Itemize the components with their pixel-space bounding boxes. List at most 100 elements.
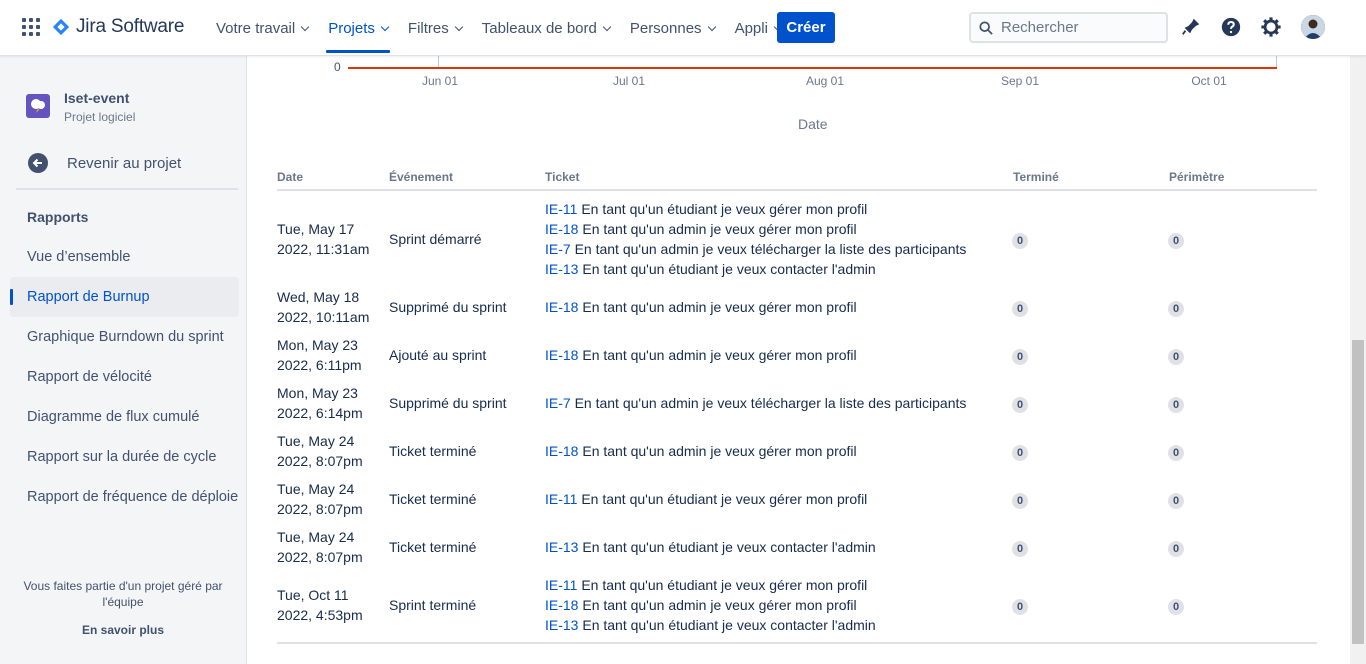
ticket-summary: En tant qu'un étudiant je veux gérer mon…: [581, 201, 868, 217]
avatar[interactable]: [1301, 15, 1325, 39]
sidebar-item-0[interactable]: Vue d’ensemble: [10, 237, 239, 277]
x-axis-title: Date: [798, 116, 828, 132]
sidebar-item-1[interactable]: Rapport de Burnup: [10, 277, 239, 317]
chevron-down-icon: [300, 22, 310, 31]
sidebar-item-6[interactable]: Rapport de fréquence de déploiement: [10, 477, 239, 517]
settings-icon[interactable]: [1260, 16, 1282, 38]
scope-count-badge: 0: [1168, 233, 1184, 249]
ticket-key-link[interactable]: IE-13: [545, 261, 578, 277]
nav-item-2[interactable]: Filtres: [398, 0, 472, 56]
nav-item-0[interactable]: Votre travail: [206, 0, 318, 56]
nav-item-1[interactable]: Projets: [318, 0, 398, 56]
row-date: Tue, May 17 2022, 11:31am: [277, 219, 369, 259]
table-header: Date Événement Ticket Terminé Périmètre: [277, 164, 1317, 191]
burnup-chart: 0 Date Jun 01 Jul 01 Aug 01 Sep 01 Oct 01: [248, 56, 1350, 146]
sidebar-item-label: Rapport sur la durée de cycle: [27, 449, 217, 465]
scrollbar-thumb[interactable]: [1352, 340, 1364, 644]
ticket-line: IE-13 En tant qu'un étudiant je veux con…: [545, 537, 876, 557]
scope-count-badge: 0: [1168, 349, 1184, 365]
project-header[interactable]: Iset-event Projet logiciel: [26, 90, 135, 124]
table-row: Tue, May 17 2022, 11:31am Sprint démarré IE…: [277, 195, 1317, 283]
row-date-line: Tue, Oct 11: [277, 587, 349, 603]
ticket-line: IE-7 En tant qu'un admin je veux télécha…: [545, 393, 966, 413]
search-input[interactable]: [1001, 19, 1151, 36]
nav-item-4[interactable]: Personnes: [620, 0, 725, 56]
chevron-down-icon: [454, 22, 463, 31]
row-tickets: IE-18 En tant qu'un admin je veux gérer …: [545, 297, 857, 317]
user-avatar-icon: [1301, 15, 1325, 39]
sidebar-item-3[interactable]: Rapport de vélocité: [10, 357, 239, 397]
ticket-line: IE-13 En tant qu'un étudiant je veux con…: [545, 615, 876, 635]
table-row: Tue, May 24 2022, 8:07pm Ticket terminé IE-…: [277, 475, 1317, 523]
ticket-key-link[interactable]: IE-7: [545, 241, 571, 257]
search-box[interactable]: [969, 12, 1168, 43]
ticket-summary: En tant qu'un admin je veux gérer mon pr…: [582, 221, 857, 237]
sidebar-item-2[interactable]: Graphique Burndown du sprint: [10, 317, 239, 357]
nav-item-label: Tableaux de bord: [481, 19, 597, 37]
x-axis-tick: Sep 01: [1000, 74, 1040, 88]
ticket-line: IE-11 En tant qu'un étudiant je veux gér…: [545, 489, 867, 509]
row-tickets: IE-11 En tant qu'un étudiant je veux gér…: [545, 199, 966, 279]
back-to-project-link[interactable]: Revenir au projet: [28, 153, 181, 173]
nav-item-3[interactable]: Tableaux de bord: [472, 0, 620, 56]
ticket-key-link[interactable]: IE-7: [545, 395, 571, 411]
ticket-key-link[interactable]: IE-18: [545, 597, 578, 613]
col-event: Événement: [389, 170, 454, 184]
row-date-line: 2022, 10:11am: [277, 309, 370, 325]
ticket-summary: En tant qu'un admin je veux télécharger …: [574, 241, 967, 257]
reports-menu: Vue d’ensemble Rapport de Burnup Graphique…: [10, 237, 239, 517]
row-date-line: Mon, May 23: [277, 385, 358, 401]
row-event: Supprimé du sprint: [389, 299, 507, 315]
row-event: Ticket terminé: [389, 443, 477, 459]
scope-badge-cell: 0: [1168, 345, 1184, 365]
row-date-line: Mon, May 23: [277, 337, 358, 353]
table-row: Tue, Oct 11 2022, 4:53pm Sprint terminé IE-…: [277, 571, 1317, 639]
ticket-key-link[interactable]: IE-11: [545, 491, 577, 507]
app-switcher-icon[interactable]: [22, 18, 40, 36]
ticket-line: IE-11 En tant qu'un étudiant je veux gér…: [545, 575, 876, 595]
done-count-badge: 0: [1012, 301, 1028, 317]
done-badge-cell: 0: [1012, 537, 1028, 557]
ticket-key-link[interactable]: IE-11: [545, 201, 577, 217]
notifications-icon[interactable]: [1180, 16, 1202, 38]
sidebar-item-4[interactable]: Diagramme de flux cumulé: [10, 397, 239, 437]
done-badge-cell: 0: [1012, 297, 1028, 317]
row-date: Mon, May 23 2022, 6:11pm: [277, 335, 362, 375]
ticket-key-link[interactable]: IE-13: [545, 539, 578, 555]
ticket-key-link[interactable]: IE-18: [545, 347, 578, 363]
ticket-key-link[interactable]: IE-11: [545, 577, 577, 593]
ticket-summary: En tant qu'un étudiant je veux contacter…: [582, 261, 876, 277]
row-date-line: 2022, 8:07pm: [277, 453, 363, 469]
project-sidebar: Iset-event Projet logiciel Revenir au pr…: [0, 56, 247, 664]
row-event: Sprint terminé: [389, 597, 477, 613]
ticket-summary: En tant qu'un admin je veux gérer mon pr…: [582, 597, 857, 613]
help-icon[interactable]: [1220, 16, 1242, 38]
nav-item-label: Filtres: [407, 19, 449, 37]
done-badge-cell: 0: [1012, 441, 1028, 461]
jira-logo[interactable]: Jira Software: [52, 16, 184, 38]
ticket-summary: En tant qu'un admin je veux gérer mon pr…: [582, 299, 857, 315]
scope-badge-cell: 0: [1168, 229, 1184, 249]
ticket-line: IE-13 En tant qu'un étudiant je veux con…: [545, 259, 966, 279]
ticket-key-link[interactable]: IE-18: [545, 221, 578, 237]
ticket-summary: En tant qu'un admin je veux gérer mon pr…: [582, 347, 857, 363]
learn-more-link[interactable]: En savoir plus: [16, 622, 230, 638]
create-button[interactable]: Créer: [777, 12, 835, 43]
ticket-key-link[interactable]: IE-18: [545, 443, 578, 459]
ticket-key-link[interactable]: IE-13: [545, 617, 578, 633]
done-count-badge: 0: [1012, 493, 1028, 509]
sidebar-item-5[interactable]: Rapport sur la durée de cycle: [10, 437, 239, 477]
row-date-line: 2022, 6:11pm: [277, 357, 362, 373]
table-row: Mon, May 23 2022, 6:11pm Ajouté au sprint I…: [277, 331, 1317, 379]
x-axis-tick: Aug 01: [805, 74, 845, 88]
ticket-line: IE-7 En tant qu'un admin je veux télécha…: [545, 239, 966, 259]
sidebar-item-label: Rapport de vélocité: [27, 369, 152, 385]
team-managed-note: Vous faites partie d'un projet géré par …: [23, 579, 223, 609]
chevron-down-icon: [707, 22, 716, 31]
y-axis-tick: 0: [334, 60, 341, 74]
sidebar-divider: [16, 188, 238, 190]
row-date-line: 2022, 4:53pm: [277, 607, 363, 623]
ticket-key-link[interactable]: IE-18: [545, 299, 578, 315]
row-date-line: Tue, May 24: [277, 529, 355, 545]
vertical-scrollbar[interactable]: [1350, 56, 1366, 664]
